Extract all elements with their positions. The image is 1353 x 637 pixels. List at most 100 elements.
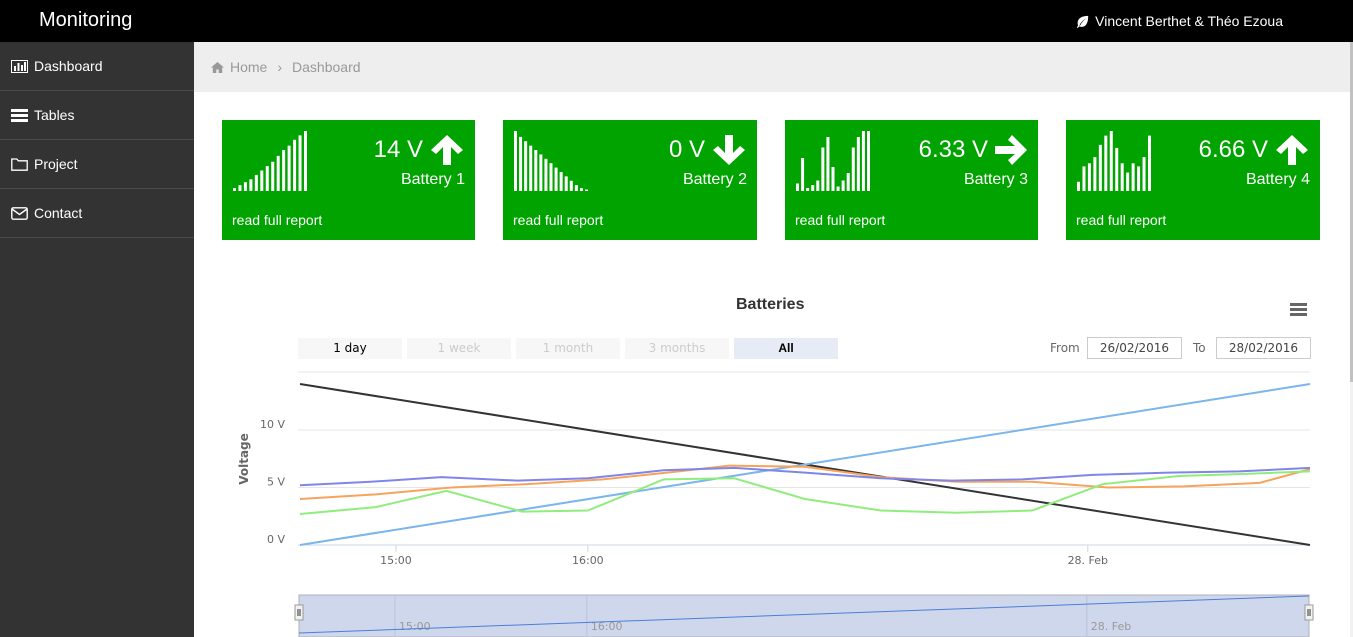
to-date-input[interactable] xyxy=(1216,337,1311,359)
breadcrumb-home-label: Home xyxy=(230,59,268,75)
range-1-month-button[interactable]: 1 month xyxy=(516,338,620,359)
spark-bar xyxy=(1098,144,1102,191)
chevron-right-icon: › xyxy=(277,59,283,75)
spark-bar xyxy=(1109,131,1113,191)
navigator-handle[interactable] xyxy=(294,604,304,621)
spark-bar xyxy=(856,137,860,191)
battery-value: 14 V xyxy=(373,136,423,163)
spark-bar xyxy=(831,167,835,191)
read-full-report-link[interactable]: read full report xyxy=(795,212,885,228)
navigator-tick-label: 15:00 xyxy=(399,620,431,633)
sidebar-item-label: Tables xyxy=(34,107,75,123)
arrow-up-icon xyxy=(431,135,463,165)
spark-bar xyxy=(514,131,517,191)
navigator-tick-label: 16:00 xyxy=(591,620,623,633)
bar-chart-icon xyxy=(11,59,28,73)
read-full-report-link[interactable]: read full report xyxy=(513,212,603,228)
spark-bar xyxy=(1087,163,1091,191)
table-icon xyxy=(11,108,28,122)
x-tick-label: 15:00 xyxy=(380,554,412,567)
home-icon xyxy=(211,61,224,73)
app-title[interactable]: Monitoring xyxy=(39,9,132,32)
series-line[interactable] xyxy=(299,470,1311,515)
spark-bar xyxy=(806,188,810,191)
spark-bar xyxy=(243,182,247,191)
spark-bar xyxy=(1142,157,1146,191)
spark-bar xyxy=(1104,135,1108,191)
spark-bar xyxy=(238,185,242,191)
sparkline xyxy=(514,131,588,191)
battery-name: Battery 1 xyxy=(400,171,465,188)
spark-bar xyxy=(796,183,799,191)
spark-bar xyxy=(529,145,533,191)
spark-bar xyxy=(271,161,275,191)
spark-bar xyxy=(249,179,253,191)
battery-card: 14 V Battery 1 read full report xyxy=(222,120,475,240)
spark-bar xyxy=(298,135,302,191)
arrow-right-icon xyxy=(995,135,1027,165)
leaf-icon xyxy=(1076,15,1089,28)
battery-card: 0 V Battery 2 read full report xyxy=(503,120,757,240)
y-tick-label: 0 V xyxy=(267,533,285,546)
spark-bar xyxy=(1082,166,1086,191)
spark-bar xyxy=(544,158,548,191)
breadcrumb: Home › Dashboard xyxy=(194,42,1350,92)
spark-bar xyxy=(867,131,870,191)
chart-menu-icon[interactable] xyxy=(1290,303,1307,317)
battery-card: 6.33 V Battery 3 read full report xyxy=(785,120,1038,240)
x-tick-label: 16:00 xyxy=(572,554,604,567)
user-info[interactable]: Vincent Berthet & Théo Ezoua xyxy=(1076,13,1283,29)
spark-bar xyxy=(841,180,845,191)
user-name: Vincent Berthet & Théo Ezoua xyxy=(1095,13,1283,29)
sidebar-item-dashboard[interactable]: Dashboard xyxy=(0,42,194,91)
spark-bar xyxy=(293,139,297,191)
range-1-day-button[interactable]: 1 day xyxy=(298,338,402,359)
spark-bar xyxy=(821,147,825,191)
read-full-report-link[interactable]: read full report xyxy=(1076,212,1166,228)
navigator-handle[interactable] xyxy=(1304,604,1314,621)
battery-value: 0 V xyxy=(668,136,705,163)
navigator-series xyxy=(298,595,1310,634)
range-3-months-button[interactable]: 3 months xyxy=(625,338,729,359)
sidebar-item-tables[interactable]: Tables xyxy=(0,91,194,140)
spark-bar xyxy=(1093,157,1097,191)
battery-card: 6.66 V Battery 4 read full report xyxy=(1066,120,1320,240)
sparkline xyxy=(233,131,307,191)
sidebar-item-contact[interactable]: Contact xyxy=(0,189,194,238)
series-line[interactable] xyxy=(299,464,1311,500)
spark-bar xyxy=(585,189,588,191)
sidebar-item-label: Dashboard xyxy=(34,58,103,74)
y-tick-label: 10 V xyxy=(260,418,285,431)
spark-bar xyxy=(233,188,236,191)
batteries-chart: 0 V 5 V 10 V 15:00 16:00 28. Feb Voltage 15:… xyxy=(237,371,1314,637)
spark-bar xyxy=(539,154,543,191)
spark-bar xyxy=(1148,135,1151,191)
sidebar-item-label: Project xyxy=(34,156,78,172)
range-1-week-button[interactable]: 1 week xyxy=(407,338,511,359)
spark-bar xyxy=(265,166,269,191)
to-label: To xyxy=(1193,341,1206,355)
spark-bar xyxy=(861,131,865,191)
spark-bar xyxy=(826,137,830,191)
arrow-up-icon xyxy=(1276,135,1308,165)
sidebar-item-project[interactable]: Project xyxy=(0,140,194,189)
sparkline xyxy=(1077,131,1151,191)
spark-bar xyxy=(524,141,528,191)
spark-bar xyxy=(579,188,583,191)
chart-title: Batteries xyxy=(736,296,805,313)
navigator-range[interactable] xyxy=(298,594,1310,637)
read-full-report-link[interactable]: read full report xyxy=(232,212,322,228)
breadcrumb-current: Dashboard xyxy=(292,59,361,75)
range-all-button[interactable]: All xyxy=(734,338,838,359)
spark-bar xyxy=(1077,181,1080,191)
series-line[interactable] xyxy=(299,383,1311,546)
navigator-tick-label: 28. Feb xyxy=(1091,620,1131,633)
spark-bar xyxy=(836,186,840,191)
spark-bar xyxy=(549,163,553,191)
from-date-input[interactable] xyxy=(1087,337,1182,359)
spark-bar xyxy=(559,171,563,191)
series-line[interactable] xyxy=(299,383,1311,546)
breadcrumb-home[interactable]: Home xyxy=(211,59,267,75)
series-line[interactable] xyxy=(299,466,1311,487)
sidebar-item-label: Contact xyxy=(34,205,83,221)
